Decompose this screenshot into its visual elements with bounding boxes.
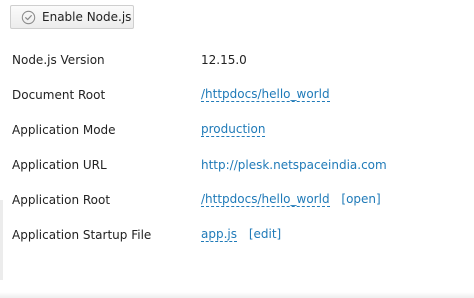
row-application-url: Application URL http://plesk.netspaceind… <box>12 147 387 182</box>
nodejs-version-label: Node.js Version <box>12 52 105 67</box>
enable-nodejs-button-label: Enable Node.js <box>42 10 132 24</box>
application-root-link[interactable]: /httpdocs/hello_world <box>201 192 330 207</box>
edit-startup-file-link[interactable]: [edit] <box>249 227 281 241</box>
application-details: Node.js Version 12.15.0 Document Root /h… <box>12 42 387 252</box>
side-panel-edge <box>0 200 3 280</box>
row-document-root: Document Root /httpdocs/hello_world <box>12 77 387 112</box>
startup-file-link[interactable]: app.js <box>201 227 237 242</box>
row-application-root: Application Root /httpdocs/hello_world [… <box>12 182 387 217</box>
application-root-label: Application Root <box>12 192 111 207</box>
row-nodejs-version: Node.js Version 12.15.0 <box>12 42 387 77</box>
application-url-label: Application URL <box>12 157 107 172</box>
open-root-link[interactable]: [open] <box>341 192 380 206</box>
application-mode-link[interactable]: production <box>201 122 266 137</box>
application-startup-file-label: Application Startup File <box>12 227 152 242</box>
document-root-label: Document Root <box>12 87 106 102</box>
bottom-divider <box>0 292 474 298</box>
nodejs-version-value: 12.15.0 <box>201 52 247 67</box>
enable-nodejs-button[interactable]: Enable Node.js <box>10 5 134 29</box>
row-application-startup-file: Application Startup File app.js [edit] <box>12 217 387 252</box>
document-root-link[interactable]: /httpdocs/hello_world <box>201 87 330 102</box>
application-url-link[interactable]: http://plesk.netspaceindia.com <box>201 158 387 172</box>
check-circle-icon <box>21 10 36 24</box>
row-application-mode: Application Mode production <box>12 112 387 147</box>
toolbar: Enable Node.js <box>10 5 134 29</box>
application-mode-label: Application Mode <box>12 122 116 137</box>
